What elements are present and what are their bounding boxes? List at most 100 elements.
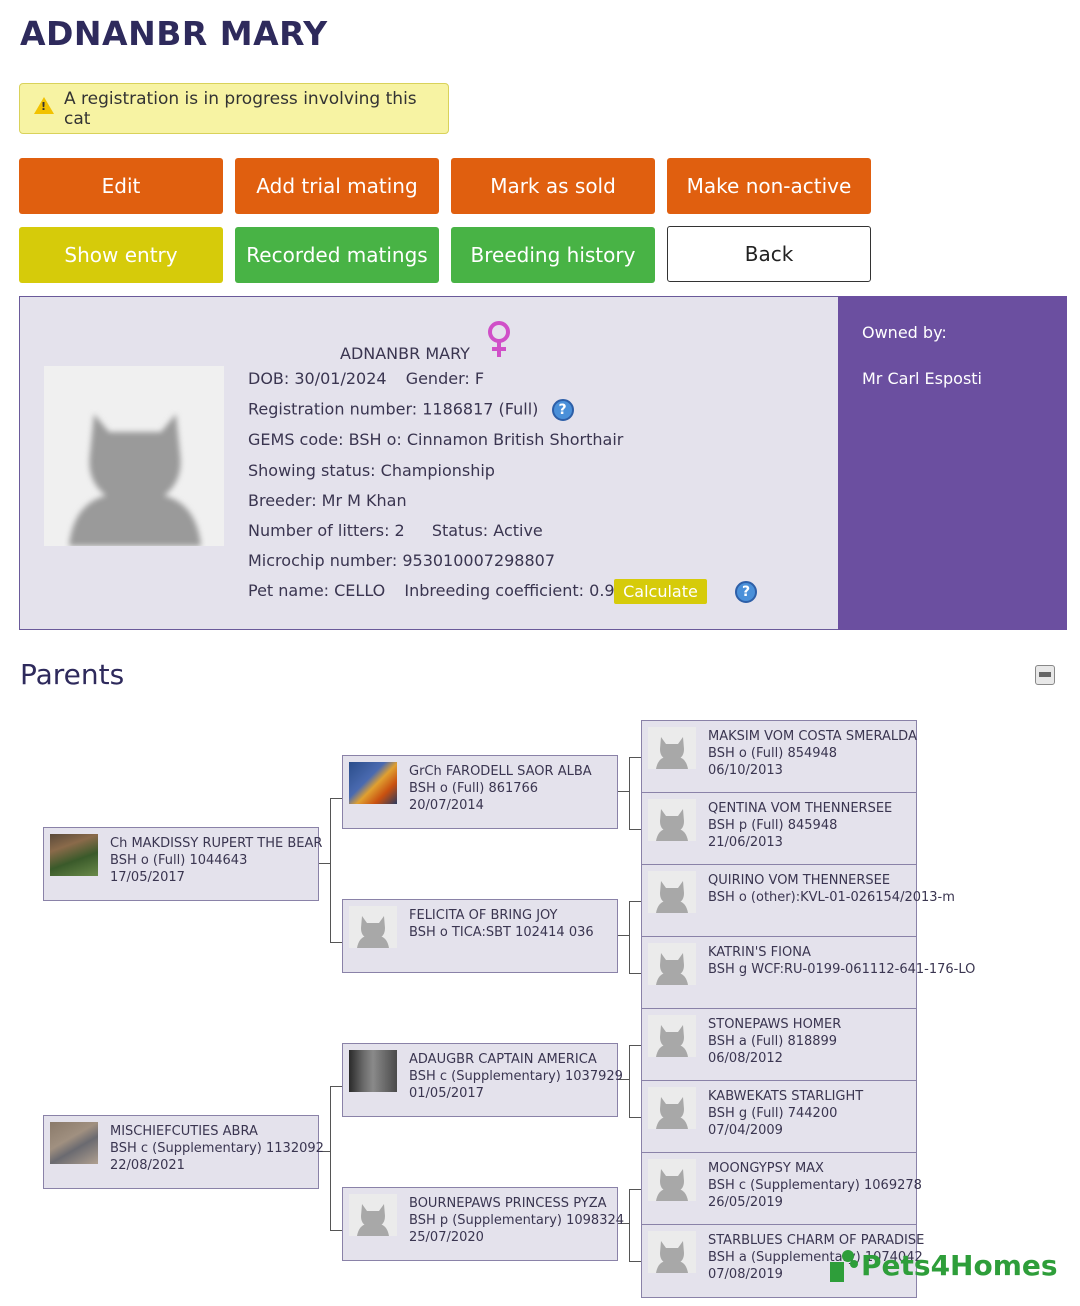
cat-thumbnail — [349, 1050, 397, 1092]
add-trial-mating-button[interactable]: Add trial mating — [235, 158, 439, 214]
litters-status-row: Number of litters: 2 Status: Active — [248, 521, 543, 540]
breeding-history-button[interactable]: Breeding history — [451, 227, 655, 283]
registration-row: Registration number: 1186817 (Full) ? — [248, 399, 574, 421]
card-date: 26/05/2019 — [708, 1195, 783, 1210]
pedigree-card-dam[interactable]: MISCHIEFCUTIES ABRA BSH c (Supplementary… — [43, 1115, 324, 1189]
cat-silhouette-icon — [656, 809, 688, 841]
cat-thumbnail — [648, 1087, 696, 1129]
pedigree-card-grandparent[interactable]: FELICITA OF BRING JOY BSH o TICA:SBT 102… — [342, 899, 618, 973]
pets4homes-watermark: Pets4Homes — [828, 1248, 1058, 1282]
card-date: 06/10/2013 — [708, 763, 783, 778]
tree-connector — [629, 1045, 641, 1046]
notice-text: A registration is in progress involving … — [64, 88, 417, 129]
tree-connector — [629, 1189, 630, 1261]
card-date: 21/06/2013 — [708, 835, 783, 850]
card-text: KATRIN'S FIONA BSH g WCF:RU-0199-061112-… — [708, 944, 975, 978]
card-registration: BSH o (other):KVL-01-026154/2013-m — [708, 890, 955, 905]
card-text: QUIRINO VOM THENNERSEE BSH o (other):KVL… — [708, 872, 955, 906]
tree-connector — [629, 1189, 641, 1190]
pedigree-card-great-grandparent[interactable]: QENTINA VOM THENNERSEE BSH p (Full) 8459… — [641, 792, 917, 866]
dob-gender-row: DOB: 30/01/2024 Gender: F — [248, 369, 484, 388]
card-date: 22/08/2021 — [110, 1158, 185, 1173]
card-text: MISCHIEFCUTIES ABRA BSH c (Supplementary… — [110, 1123, 324, 1174]
collapse-icon[interactable] — [1035, 665, 1055, 685]
tree-connector — [618, 791, 629, 792]
pedigree-card-grandparent[interactable]: GrCh FARODELL SAOR ALBA BSH o (Full) 861… — [342, 755, 618, 829]
make-non-active-button[interactable]: Make non-active — [667, 158, 871, 214]
card-text: FELICITA OF BRING JOY BSH o TICA:SBT 102… — [409, 907, 594, 941]
tree-connector — [330, 798, 342, 799]
card-name: KATRIN'S FIONA — [708, 945, 811, 960]
pedigree-card-great-grandparent[interactable]: KABWEKATS STARLIGHT BSH g (Full) 744200 … — [641, 1080, 917, 1154]
status-text: Status: Active — [431, 521, 543, 540]
card-date: 25/07/2020 — [409, 1230, 484, 1245]
card-name: QENTINA VOM THENNERSEE — [708, 801, 893, 816]
tree-connector — [629, 973, 641, 974]
registration-text: Registration number: 1186817 (Full) — [248, 399, 539, 419]
card-registration: BSH p (Full) 845948 — [708, 818, 838, 833]
card-date: 06/08/2012 — [708, 1051, 783, 1066]
pet-name-text: Pet name: CELLO — [248, 581, 386, 600]
help-icon[interactable]: ? — [735, 581, 757, 603]
card-registration: BSH o (Full) 1044643 — [110, 853, 248, 868]
card-name: GrCh FARODELL SAOR ALBA — [409, 764, 592, 779]
tree-connector — [629, 757, 630, 829]
pedigree-card-great-grandparent[interactable]: STONEPAWS HOMER BSH a (Full) 818899 06/0… — [641, 1008, 917, 1082]
tree-connector — [330, 942, 342, 943]
card-text: STONEPAWS HOMER BSH a (Full) 818899 06/0… — [708, 1016, 841, 1067]
back-button[interactable]: Back — [667, 226, 871, 282]
tree-connector — [330, 1086, 331, 1230]
card-name: FELICITA OF BRING JOY — [409, 908, 558, 923]
card-name: MOONGYPSY MAX — [708, 1161, 824, 1176]
cat-silhouette-icon — [656, 737, 688, 769]
pet-name-row: Pet name: CELLO Inbreeding coefficient: … — [248, 581, 640, 600]
card-registration: BSH c (Supplementary) 1037929 — [409, 1069, 623, 1084]
cat-silhouette-icon — [656, 1097, 688, 1129]
litters-text: Number of litters: 2 — [248, 521, 405, 540]
dob-text: DOB: 30/01/2024 — [248, 369, 387, 388]
cat-thumbnail — [648, 727, 696, 769]
tree-connector — [629, 1261, 641, 1262]
card-registration: BSH o (Full) 854948 — [708, 746, 838, 761]
pedigree-card-great-grandparent[interactable]: MOONGYPSY MAX BSH c (Supplementary) 1069… — [641, 1152, 922, 1226]
calculate-button[interactable]: Calculate — [614, 579, 707, 604]
recorded-matings-button[interactable]: Recorded matings — [235, 227, 439, 283]
cat-silhouette-icon — [357, 1204, 389, 1236]
edit-button[interactable]: Edit — [19, 158, 223, 214]
tree-connector — [330, 1086, 342, 1087]
pedigree-card-grandparent[interactable]: ADAUGBR CAPTAIN AMERICA BSH c (Supplemen… — [342, 1043, 623, 1117]
card-text: KABWEKATS STARLIGHT BSH g (Full) 744200 … — [708, 1088, 863, 1139]
cat-thumbnail — [648, 1231, 696, 1273]
owner-name: Mr Carl Esposti — [862, 369, 982, 388]
card-text: GrCh FARODELL SAOR ALBA BSH o (Full) 861… — [409, 763, 592, 814]
tree-connector — [629, 901, 641, 902]
card-registration: BSH g WCF:RU-0199-061112-641-176-LO — [708, 962, 976, 977]
card-text: BOURNEPAWS PRINCESS PYZA BSH p (Suppleme… — [409, 1195, 624, 1246]
card-name: STARBLUES CHARM OF PARADISE — [708, 1233, 925, 1248]
pedigree-card-great-grandparent[interactable]: KATRIN'S FIONA BSH g WCF:RU-0199-061112-… — [641, 936, 975, 1010]
tree-connector — [629, 1045, 630, 1117]
mark-as-sold-button[interactable]: Mark as sold — [451, 158, 655, 214]
cat-photo-placeholder — [44, 366, 224, 546]
card-name: BOURNEPAWS PRINCESS PYZA — [409, 1196, 607, 1211]
pedigree-card-great-grandparent[interactable]: QUIRINO VOM THENNERSEE BSH o (other):KVL… — [641, 864, 955, 938]
show-entry-button[interactable]: Show entry — [19, 227, 223, 283]
cat-silhouette-icon — [69, 414, 201, 546]
pedigree-card-sire[interactable]: Ch MAKDISSY RUPERT THE BEAR BSH o (Full)… — [43, 827, 322, 901]
card-text: MOONGYPSY MAX BSH c (Supplementary) 1069… — [708, 1160, 922, 1211]
page-title: ADNANBR MARY — [20, 14, 328, 53]
cat-silhouette-icon — [656, 1169, 688, 1201]
cat-name: ADNANBR MARY — [340, 344, 470, 363]
cat-thumbnail — [349, 1194, 397, 1236]
card-name: STONEPAWS HOMER — [708, 1017, 842, 1032]
cat-thumbnail — [349, 762, 397, 804]
breeder-text: Breeder: Mr M Khan — [248, 491, 407, 510]
help-icon[interactable]: ? — [551, 399, 574, 421]
pedigree-card-great-grandparent[interactable]: MAKSIM VOM COSTA SMERALDA BSH o (Full) 8… — [641, 720, 917, 794]
tree-connector — [330, 798, 331, 942]
tree-connector — [618, 935, 629, 936]
pedigree-card-grandparent[interactable]: BOURNEPAWS PRINCESS PYZA BSH p (Suppleme… — [342, 1187, 624, 1261]
cat-thumbnail — [648, 871, 696, 913]
card-registration: BSH c (Supplementary) 1132092 — [110, 1141, 324, 1156]
card-registration: BSH a (Full) 818899 — [708, 1034, 838, 1049]
